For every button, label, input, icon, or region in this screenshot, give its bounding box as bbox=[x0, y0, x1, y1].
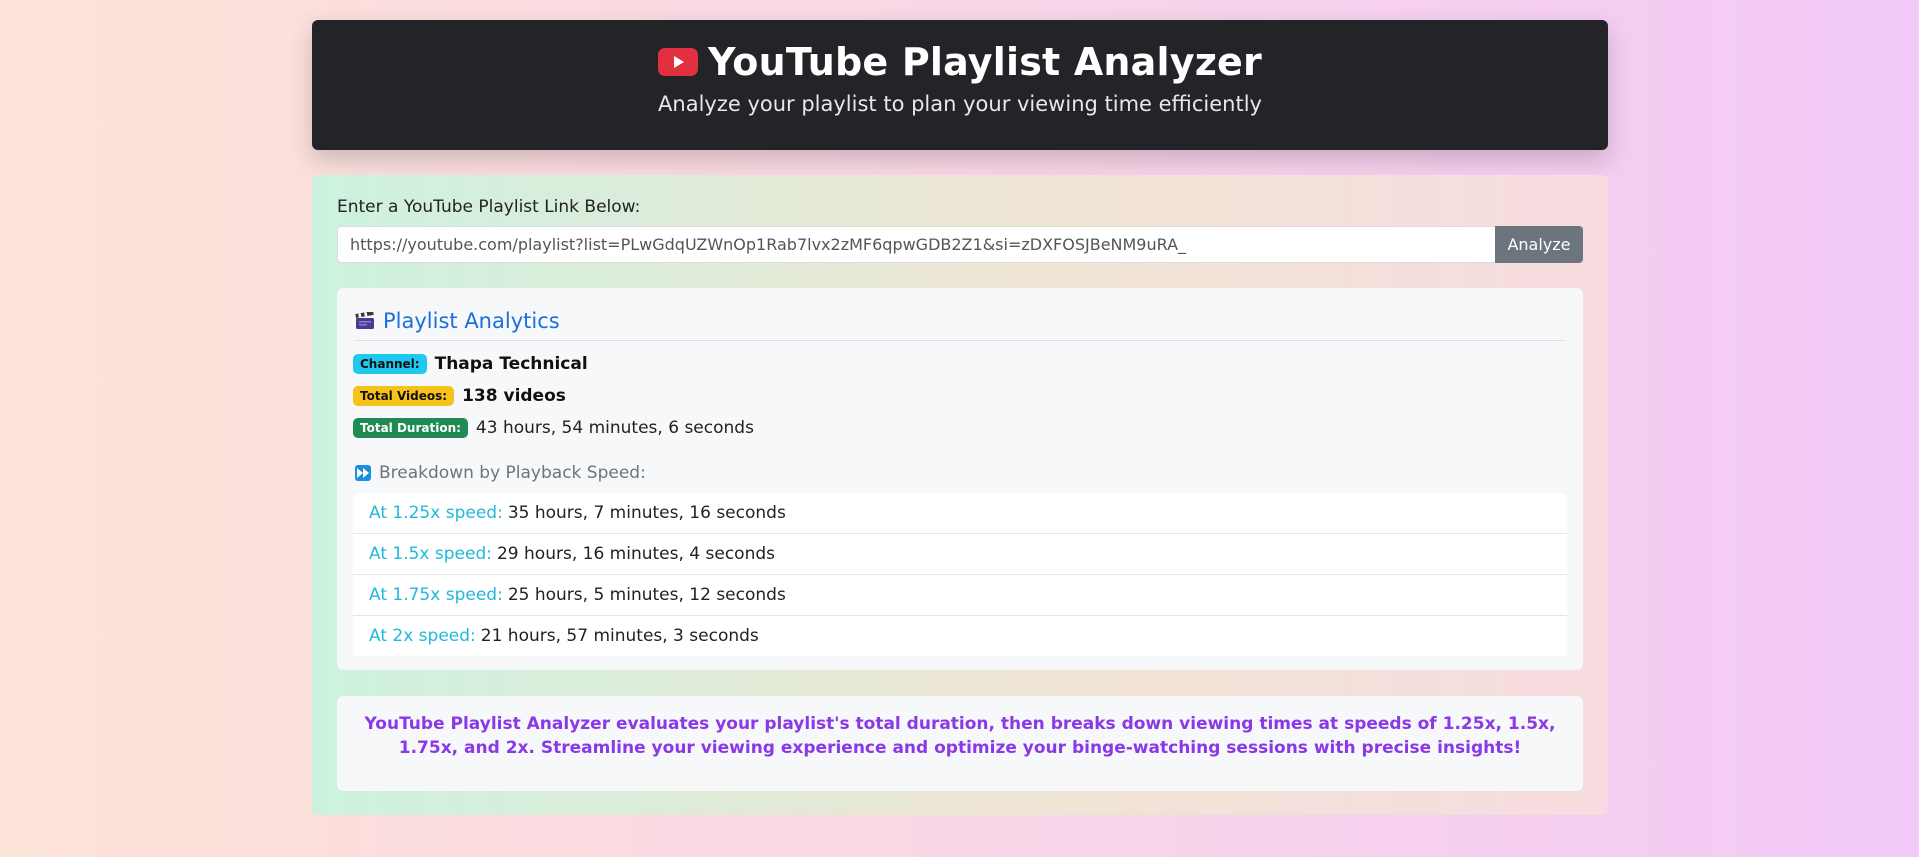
breakdown-heading-label: Breakdown by Playback Speed: bbox=[379, 463, 646, 483]
title-row: YouTube Playlist Analyzer bbox=[312, 38, 1608, 86]
page-title: YouTube Playlist Analyzer bbox=[708, 40, 1262, 84]
speed-value: 35 hours, 7 minutes, 16 seconds bbox=[507, 503, 786, 523]
speed-value: 21 hours, 57 minutes, 3 seconds bbox=[480, 626, 759, 646]
list-item: At 1.25x speed: 35 hours, 7 minutes, 16 … bbox=[353, 493, 1567, 534]
speed-value: 29 hours, 16 minutes, 4 seconds bbox=[496, 544, 775, 564]
analytics-header: Playlist Analytics bbox=[355, 302, 1565, 341]
playlist-url-input[interactable] bbox=[337, 226, 1495, 263]
fast-forward-icon bbox=[355, 465, 371, 481]
total-duration-value: 43 hours, 54 minutes, 6 seconds bbox=[475, 418, 754, 438]
playlist-input-group: Analyze bbox=[337, 226, 1583, 263]
duration-row: Total Duration: 43 hours, 54 minutes, 6 … bbox=[353, 418, 754, 438]
main-panel: Enter a YouTube Playlist Link Below: Ana… bbox=[312, 175, 1608, 815]
analytics-title: Playlist Analytics bbox=[383, 309, 560, 333]
speed-label: At 1.5x speed: bbox=[369, 544, 492, 564]
videos-row: Total Videos: 138 videos bbox=[353, 386, 566, 406]
total-videos-badge: Total Videos: bbox=[353, 386, 455, 406]
channel-row: Channel: Thapa Technical bbox=[353, 354, 588, 374]
page-subtitle: Analyze your playlist to plan your viewi… bbox=[658, 92, 1262, 116]
channel-badge: Channel: bbox=[353, 354, 427, 374]
total-videos-value: 138 videos bbox=[462, 386, 566, 406]
clapper-board-icon bbox=[355, 310, 375, 330]
description-card: YouTube Playlist Analyzer evaluates your… bbox=[337, 696, 1583, 791]
list-item: At 1.5x speed: 29 hours, 16 minutes, 4 s… bbox=[353, 534, 1567, 575]
breakdown-heading: Breakdown by Playback Speed: bbox=[355, 463, 646, 483]
description-text: YouTube Playlist Analyzer evaluates your… bbox=[364, 714, 1556, 758]
analytics-card: Playlist Analytics Channel: Thapa Techni… bbox=[337, 288, 1583, 670]
speed-label: At 1.75x speed: bbox=[369, 585, 503, 605]
analyze-button[interactable]: Analyze bbox=[1495, 226, 1583, 263]
channel-value: Thapa Technical bbox=[434, 354, 588, 374]
speed-label: At 1.25x speed: bbox=[369, 503, 503, 523]
playlist-link-label: Enter a YouTube Playlist Link Below: bbox=[337, 197, 641, 217]
list-item: At 1.75x speed: 25 hours, 5 minutes, 12 … bbox=[353, 575, 1567, 616]
speed-breakdown-list: At 1.25x speed: 35 hours, 7 minutes, 16 … bbox=[353, 493, 1567, 656]
speed-value: 25 hours, 5 minutes, 12 seconds bbox=[507, 585, 786, 605]
total-duration-badge: Total Duration: bbox=[353, 418, 468, 438]
list-item: At 2x speed: 21 hours, 57 minutes, 3 sec… bbox=[353, 616, 1567, 656]
app-header: YouTube Playlist Analyzer Analyze your p… bbox=[312, 20, 1608, 150]
speed-label: At 2x speed: bbox=[369, 626, 476, 646]
youtube-icon bbox=[658, 48, 699, 76]
